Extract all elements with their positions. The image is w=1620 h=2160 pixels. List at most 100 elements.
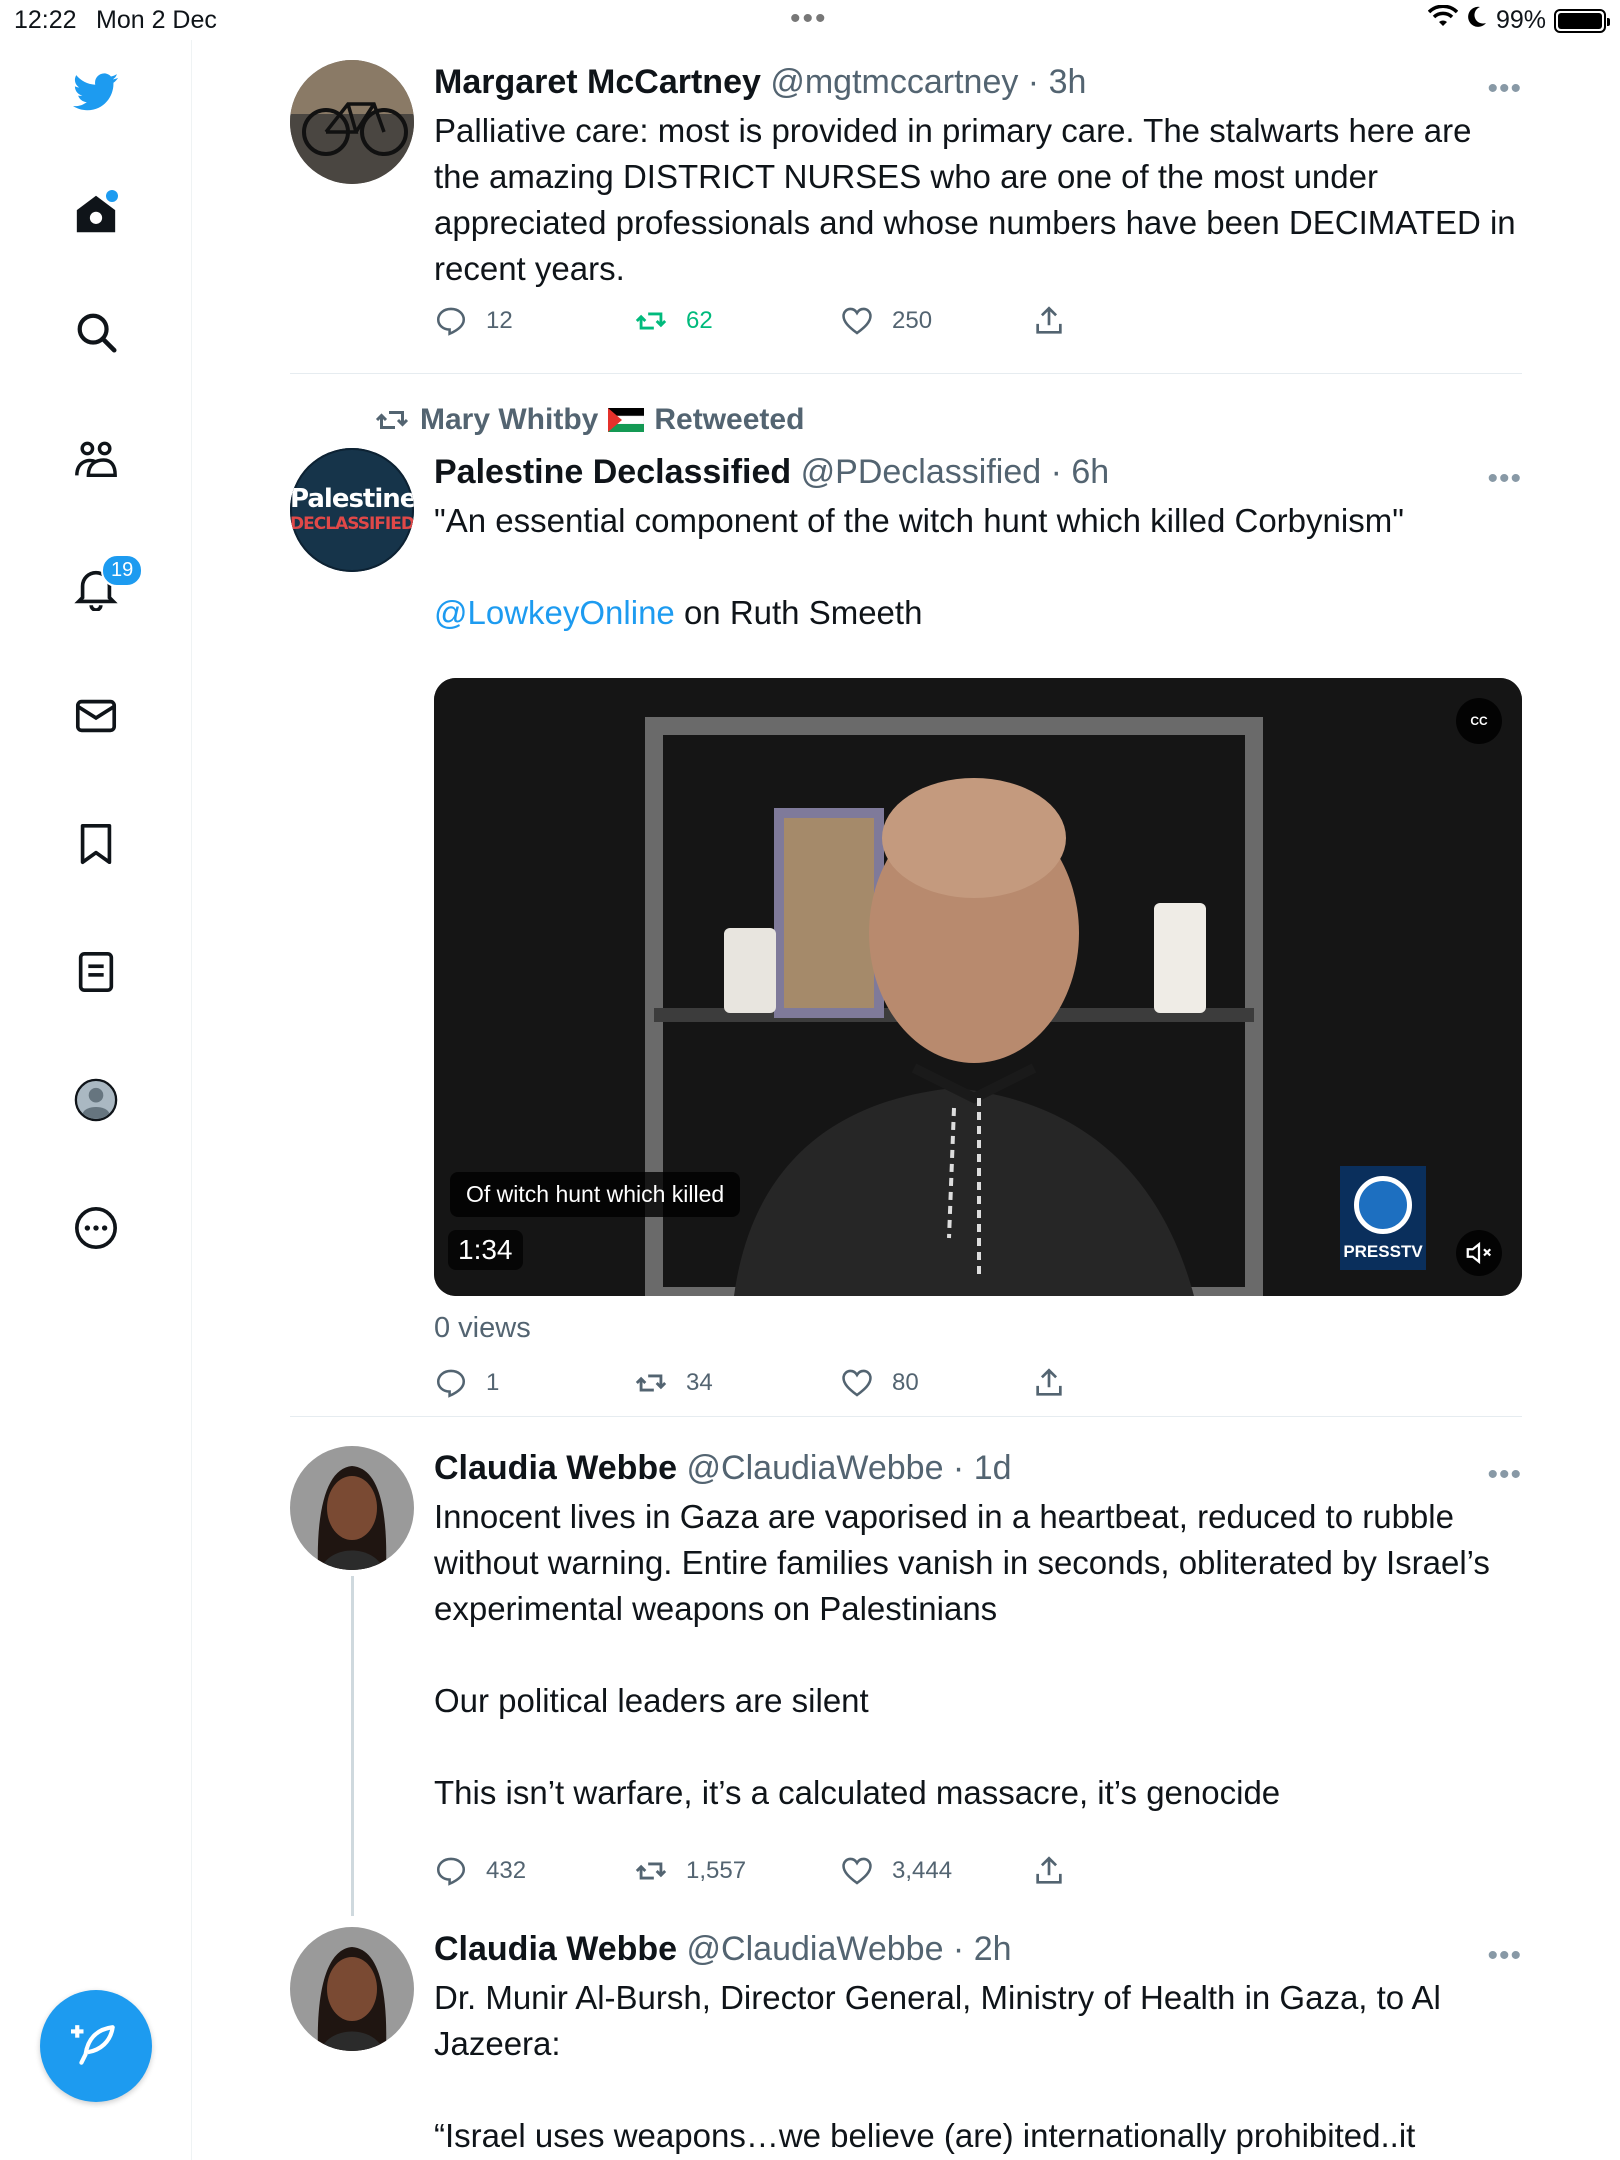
more-options-icon[interactable]	[66, 1198, 126, 1258]
presstv-label: PRESSTV	[1343, 1242, 1423, 1262]
tweet-header: Margaret McCartney @mgtmccartney · 3h	[434, 60, 1522, 104]
lists-icon[interactable]	[66, 942, 126, 1002]
tweet-text-tail: on Ruth Smeeth	[674, 594, 923, 631]
reply-button[interactable]: 12	[434, 304, 513, 338]
search-icon[interactable]	[66, 302, 126, 362]
share-button[interactable]	[1032, 304, 1066, 338]
reply-button[interactable]: 1	[434, 1366, 499, 1400]
tweet-actions: 1 34 80	[434, 1366, 1134, 1410]
status-bar: 12:22 Mon 2 Dec ••• 99%	[0, 0, 1620, 40]
tweet-text: Palliative care: most is provided in pri…	[434, 112, 1525, 287]
retweet-context-icon	[375, 411, 409, 429]
tweet-text-quote: "An essential component of the witch hun…	[434, 502, 1404, 539]
battery-icon	[1554, 8, 1610, 33]
reply-icon	[436, 1369, 466, 1398]
avatar[interactable]	[290, 1446, 414, 1570]
retweet-count: 34	[686, 1369, 713, 1396]
time-separator: ·	[943, 1930, 974, 1968]
author-name[interactable]: Palestine Declassified	[434, 453, 791, 491]
tweet-more-button[interactable]: •••	[1487, 72, 1522, 106]
reply-icon	[436, 307, 466, 336]
like-count: 3,444	[892, 1857, 953, 1884]
heart-icon	[842, 1857, 872, 1885]
compose-tweet-button[interactable]	[40, 1990, 152, 2102]
tweet-text: "An essential component of the witch hun…	[434, 498, 1522, 636]
home-icon[interactable]	[66, 184, 126, 244]
notifications-badge: 19	[101, 554, 144, 587]
like-button[interactable]: 250	[840, 304, 932, 338]
author-name[interactable]: Margaret McCartney	[434, 63, 761, 101]
tweet-header: Claudia Webbe @ClaudiaWebbe · 2h	[434, 1927, 1522, 1971]
tweet-text: Innocent lives in Gaza are vaporised in …	[434, 1498, 1490, 1811]
retweet-icon	[635, 312, 667, 330]
tweet-time[interactable]: 3h	[1049, 63, 1087, 101]
closed-captions-button[interactable]: CC	[1456, 698, 1502, 744]
video-caption: Of witch hunt which killed	[450, 1172, 741, 1217]
tweet-text: Dr. Munir Al-Bursh, Director General, Mi…	[434, 1979, 1441, 2154]
multitasking-dots[interactable]: •••	[790, 2, 828, 36]
time-separator: ·	[943, 1449, 974, 1487]
tweet-more-button[interactable]: •••	[1487, 462, 1522, 496]
tweet-more-button[interactable]: •••	[1487, 1458, 1522, 1492]
tweet-actions: 12 62 250	[434, 304, 1134, 348]
share-button[interactable]	[1032, 1854, 1066, 1888]
twitter-logo-icon[interactable]	[66, 62, 126, 122]
mute-button[interactable]	[1456, 1230, 1502, 1276]
reply-count: 12	[486, 307, 513, 334]
status-time: 12:22	[14, 6, 77, 34]
sidebar-nav: 19	[0, 40, 192, 2160]
share-button[interactable]	[1032, 1366, 1066, 1400]
retweet-button[interactable]: 1,557	[634, 1854, 746, 1888]
retweeter-name[interactable]: Mary Whitby	[420, 403, 598, 437]
video-player[interactable]: CC PRESSTV Of witch hunt which killed 1:…	[434, 678, 1522, 1296]
notifications-icon[interactable]: 19	[66, 554, 144, 618]
reply-button[interactable]: 432	[434, 1854, 526, 1888]
speaker-muted-icon	[1466, 1241, 1492, 1265]
tweet-more-button[interactable]: •••	[1487, 1939, 1522, 1973]
like-button[interactable]: 80	[840, 1366, 919, 1400]
tweet-divider	[290, 373, 1522, 374]
status-date: Mon 2 Dec	[96, 6, 217, 34]
avatar[interactable]	[290, 60, 414, 184]
avatar[interactable]: Palestine DECLASSIFIED	[290, 448, 414, 572]
share-icon	[1036, 306, 1062, 334]
retweet-icon	[635, 1374, 667, 1392]
reply-count: 432	[486, 1857, 527, 1884]
profile-icon[interactable]	[66, 1070, 126, 1130]
bookmarks-icon[interactable]	[66, 814, 126, 874]
avatar[interactable]	[290, 1927, 414, 2051]
tweet-body: Claudia Webbe @ClaudiaWebbe · 1d ••• Inn…	[434, 1446, 1522, 1886]
tweet-time[interactable]: 6h	[1071, 453, 1109, 491]
view-count: 0 views	[434, 1312, 531, 1344]
messages-icon[interactable]	[66, 686, 126, 746]
author-name[interactable]: Claudia Webbe	[434, 1930, 677, 1968]
status-right: 99%	[1427, 4, 1610, 36]
home-unread-dot	[106, 190, 118, 202]
retweet-button[interactable]: 34	[634, 1366, 713, 1400]
avatar-text-top: Palestine	[290, 484, 414, 514]
retweet-count: 62	[686, 307, 713, 334]
author-handle[interactable]: @PDeclassified	[801, 453, 1042, 491]
author-handle[interactable]: @mgtmccartney	[770, 63, 1018, 101]
thread-connector	[351, 1576, 354, 1916]
tweet-time[interactable]: 1d	[974, 1449, 1012, 1487]
retweeted-label: Retweeted	[654, 403, 805, 436]
author-handle[interactable]: @ClaudiaWebbe	[687, 1930, 944, 1968]
wifi-icon	[1427, 4, 1459, 36]
retweet-context: Mary Whitby Retweeted	[374, 402, 804, 438]
time-separator: ·	[1018, 63, 1049, 101]
heart-icon	[842, 307, 872, 335]
retweet-count: 1,557	[686, 1857, 747, 1884]
tweet-divider	[290, 1416, 1522, 1417]
like-button[interactable]: 3,444	[840, 1854, 952, 1888]
moon-icon	[1466, 5, 1488, 36]
compose-feather-icon	[71, 2025, 115, 2065]
retweet-button[interactable]: 62	[634, 304, 713, 338]
tweet-header: Palestine Declassified @PDeclassified · …	[434, 450, 1522, 494]
mention-link[interactable]: @LowkeyOnline	[434, 594, 675, 631]
tweet-actions: 432 1,557 3,444	[434, 1854, 1134, 1898]
author-handle[interactable]: @ClaudiaWebbe	[687, 1449, 944, 1487]
communities-icon[interactable]	[66, 430, 126, 490]
author-name[interactable]: Claudia Webbe	[434, 1449, 677, 1487]
tweet-time[interactable]: 2h	[974, 1930, 1012, 1968]
